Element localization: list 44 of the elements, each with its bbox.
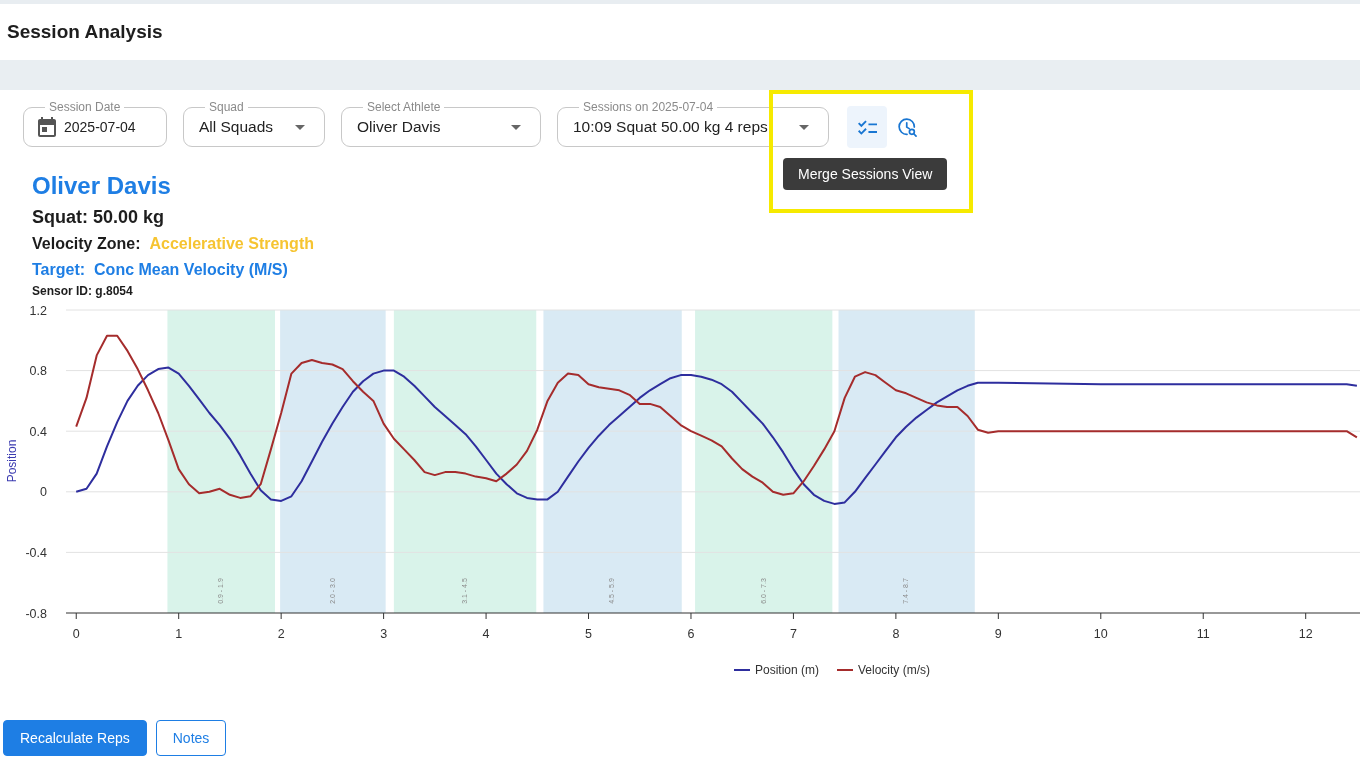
axis-tick-label: 0.8: [29, 364, 47, 379]
target-label: Target:: [32, 260, 86, 280]
axis-tick-label: -0.4: [25, 545, 47, 560]
axis-tick-label: 3: [380, 627, 388, 641]
zone-label: Velocity Zone:: [32, 234, 141, 254]
checklist-icon: [857, 119, 877, 135]
axis-tick-label: 12: [1298, 627, 1313, 641]
field-label: Select Athlete: [363, 100, 445, 114]
axis-tick-label: 8: [892, 627, 900, 641]
target-value: Conc Mean Velocity (M/S): [94, 260, 288, 280]
axis-title: Position: [5, 439, 20, 483]
axis-tick-label: 1: [175, 627, 183, 641]
axis-tick-label: 10: [1093, 627, 1108, 641]
axis-tick-label: -0.8: [25, 606, 47, 621]
exercise-title: Squat: 50.00 kg: [32, 206, 165, 228]
athlete-name: Oliver Davis: [32, 172, 171, 200]
recalculate-button[interactable]: Recalculate Reps: [3, 720, 147, 756]
clock-magnifier-icon: [897, 117, 917, 137]
calendar-icon: [38, 117, 56, 137]
axis-tick-label: 1.2: [29, 303, 47, 318]
field-label: Sessions on 2025-07-04: [579, 100, 718, 114]
caret-icon: [295, 124, 305, 130]
sensor-id: Sensor ID: g.8054: [32, 283, 133, 299]
field-label: Session Date: [45, 100, 125, 114]
caret-icon: [511, 124, 521, 130]
axis-tick-label: 9: [994, 627, 1002, 641]
axis-tick-label: 0: [40, 485, 47, 500]
zone-value: Accelerative Strength: [149, 234, 314, 254]
axis-tick-label: 6: [687, 627, 695, 641]
axis-tick-label: 11: [1196, 627, 1210, 641]
axis-tick-label: 0.4: [29, 424, 47, 439]
page-title: Session Analysis: [7, 19, 163, 44]
axis-tick-label: 7: [789, 627, 797, 641]
axis-tick-label: 4: [482, 627, 490, 641]
legend-label: Position (m): [755, 662, 819, 678]
axis-tick-label: 5: [585, 627, 592, 641]
caret-icon: [799, 124, 809, 130]
tooltip: Merge Sessions View: [783, 158, 948, 190]
merge-view-button[interactable]: [847, 106, 887, 148]
notes-button[interactable]: Notes: [155, 720, 227, 756]
field-label: Squad: [205, 100, 248, 114]
axis-tick-label: 2: [277, 627, 285, 641]
legend-label: Velocity (m/s): [858, 662, 930, 678]
axis-tick-label: 0: [72, 627, 80, 641]
